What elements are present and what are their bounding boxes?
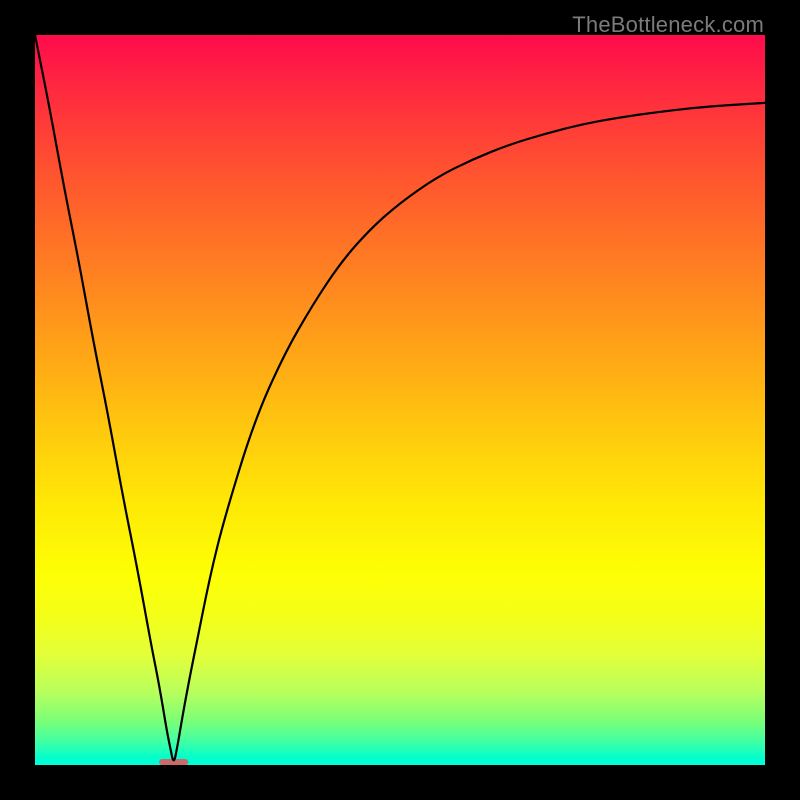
- chart-frame: TheBottleneck.com: [0, 0, 800, 800]
- plot-area: [35, 35, 765, 765]
- bottleneck-curve: [35, 35, 765, 760]
- watermark-text: TheBottleneck.com: [572, 12, 764, 38]
- curve-layer: [35, 35, 765, 765]
